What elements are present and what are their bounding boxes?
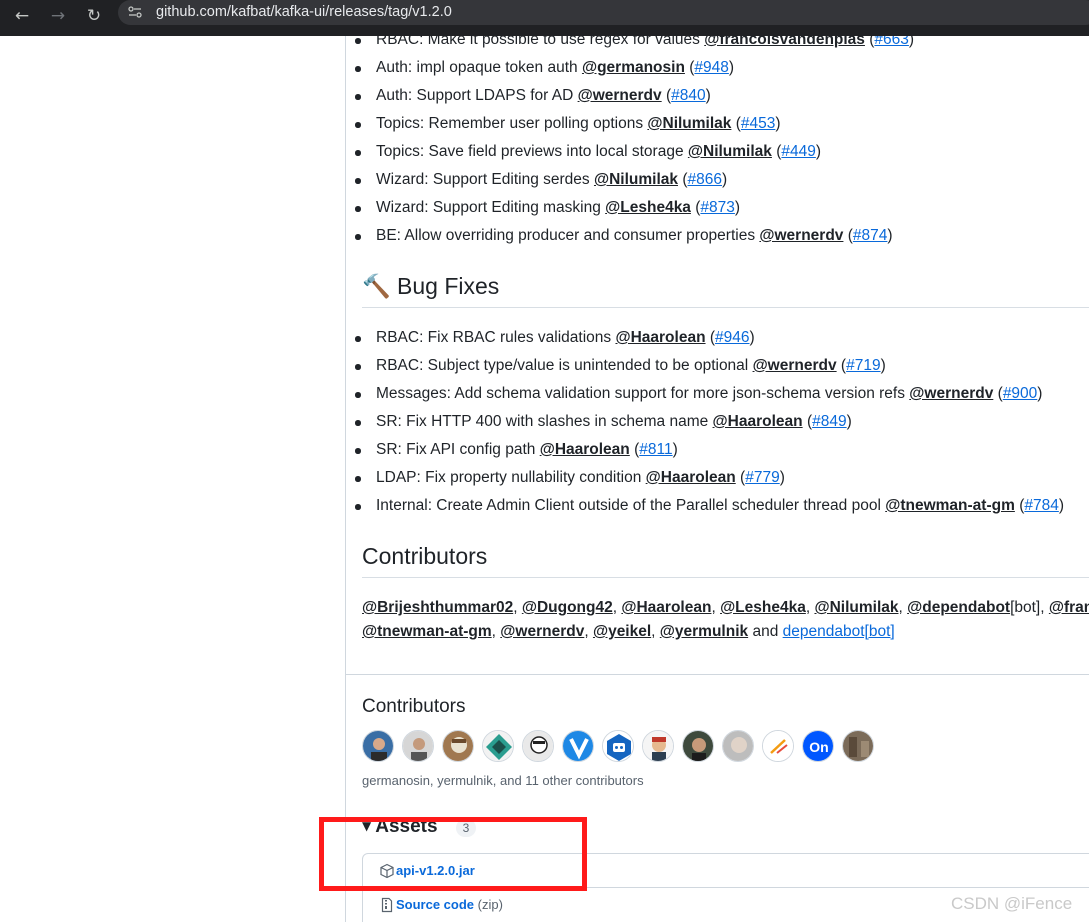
user-link[interactable]: @germanosin (582, 59, 685, 76)
avatar[interactable] (442, 730, 474, 762)
user-link[interactable]: @Haarolean (615, 329, 705, 346)
avatar[interactable] (482, 730, 514, 762)
issue-link[interactable]: #948 (694, 59, 728, 76)
list-item: RBAC: Fix RBAC rules validations @Haarol… (355, 327, 755, 349)
left-sidebar-blank (0, 36, 346, 922)
issue-link[interactable]: #779 (745, 469, 779, 486)
avatar[interactable]: On (802, 730, 834, 762)
contributor-link[interactable]: @tnewman-at-gm (362, 623, 492, 640)
bug-fixes-title: Bug Fixes (397, 273, 500, 299)
url-text[interactable]: github.com/kafbat/kafka-ui/releases/tag/… (156, 4, 452, 20)
browser-toolbar: ← → ↻ github.com/kafbat/kafka-ui/release… (0, 0, 1089, 36)
hammer-icon: 🔨 (362, 274, 391, 300)
avatar[interactable] (362, 730, 394, 762)
contributor-link[interactable]: @yermulnik (660, 623, 748, 640)
contributor-link[interactable]: @Brijeshthummar02 (362, 599, 513, 616)
user-link[interactable]: @wernerdv (909, 385, 993, 402)
contributor-link[interactable]: @yeikel (593, 623, 651, 640)
user-link[interactable]: @Nilumilak (647, 115, 731, 132)
list-item: Wizard: Support Editing masking @Leshe4k… (354, 197, 740, 219)
contributor-link[interactable]: @Dugong42 (522, 599, 613, 616)
avatar[interactable] (842, 730, 874, 762)
list-item: RBAC: Subject type/value is unintended t… (355, 355, 886, 377)
user-link[interactable]: @wernerdv (753, 357, 837, 374)
issue-link[interactable]: #719 (846, 357, 880, 374)
list-item: Auth: impl opaque token auth @germanosin… (354, 57, 734, 79)
issue-link[interactable]: #873 (700, 199, 734, 216)
contributor-link[interactable]: @fran (1049, 599, 1089, 616)
list-item: Topics: Save field previews into local s… (354, 141, 821, 163)
release-body: RBAC: Make it possible to use regex for … (346, 36, 1089, 922)
highlight-box (319, 817, 587, 891)
contributors-caption: germanosin, yermulnik, and 11 other cont… (362, 773, 644, 788)
contributors-heading: Contributors (362, 696, 466, 717)
list-item: Auth: Support LDAPS for AD @wernerdv (#8… (355, 85, 711, 107)
avatar[interactable] (402, 730, 434, 762)
issue-link[interactable]: #946 (715, 329, 749, 346)
contributor-link[interactable]: @wernerdv (500, 623, 584, 640)
source-code-zip-link[interactable]: Source code (zip) (396, 897, 503, 912)
reload-icon[interactable]: ↻ (82, 4, 106, 28)
contributors-line-2: @tnewman-at-gm, @wernerdv, @yeikel, @yer… (362, 623, 895, 640)
list-item: Topics: Remember user polling options @N… (355, 113, 781, 135)
issue-link[interactable]: #849 (812, 413, 846, 430)
issue-link[interactable]: #866 (687, 171, 721, 188)
user-link[interactable]: @wernerdv (759, 227, 843, 244)
contributor-link[interactable]: @Leshe4ka (720, 599, 806, 616)
watermark: CSDN @iFence (951, 894, 1073, 913)
issue-link[interactable]: #900 (1003, 385, 1037, 402)
user-link[interactable]: @francoisvandenplas (704, 36, 865, 48)
dependabot-link[interactable]: dependabot[bot] (783, 623, 895, 640)
user-link[interactable]: @Haarolean (713, 413, 803, 430)
avatar[interactable] (562, 730, 594, 762)
avatar[interactable] (642, 730, 674, 762)
heading-rule (362, 577, 1089, 578)
site-settings-icon[interactable] (128, 6, 142, 18)
list-item: SR: Fix HTTP 400 with slashes in schema … (355, 411, 852, 433)
avatar[interactable] (722, 730, 754, 762)
contributor-link[interactable]: @Nilumilak (814, 599, 898, 616)
file-zip-icon (381, 897, 393, 913)
address-bar[interactable]: github.com/kafbat/kafka-ui/releases/tag/… (118, 0, 1089, 25)
list-item: Internal: Create Admin Client outside of… (354, 495, 1064, 517)
avatar[interactable] (522, 730, 554, 762)
user-link[interactable]: @wernerdv (578, 87, 662, 104)
user-link[interactable]: @tnewman-at-gm (885, 497, 1015, 514)
bug-fixes-heading: 🔨 Bug Fixes (362, 273, 499, 300)
issue-link[interactable]: #453 (741, 115, 775, 132)
avatar[interactable] (762, 730, 794, 762)
list-item: LDAP: Fix property nullability condition… (355, 467, 785, 489)
bot-suffix: [bot] (1010, 599, 1041, 616)
issue-link[interactable]: #874 (853, 227, 887, 244)
contributors-notes-heading: Contributors (362, 543, 488, 569)
user-link[interactable]: @Haarolean (646, 469, 736, 486)
list-item: BE: Allow overriding producer and consum… (355, 225, 893, 247)
issue-link[interactable]: #449 (781, 143, 815, 160)
list-item: Messages: Add schema validation support … (354, 383, 1042, 405)
issue-link[interactable]: #811 (639, 441, 672, 458)
and-word: and (752, 623, 779, 640)
list-item: RBAC: Make it possible to use regex for … (354, 36, 914, 51)
issue-link[interactable]: #784 (1024, 497, 1058, 514)
issue-link[interactable]: #663 (874, 36, 908, 48)
user-link[interactable]: @Haarolean (540, 441, 630, 458)
list-item: Wizard: Support Editing serdes @Nilumila… (354, 169, 727, 191)
section-divider (346, 674, 1089, 675)
heading-rule (362, 307, 1089, 308)
contributor-link[interactable]: @dependabot (907, 599, 1010, 616)
avatar[interactable] (682, 730, 714, 762)
list-item: SR: Fix API config path @Haarolean (#811… (355, 439, 678, 461)
issue-link[interactable]: #840 (671, 87, 705, 104)
avatar[interactable] (602, 730, 634, 762)
user-link[interactable]: @Nilumilak (594, 171, 678, 188)
contributor-link[interactable]: @Haarolean (621, 599, 711, 616)
forward-arrow-icon[interactable]: → (46, 4, 70, 28)
back-arrow-icon[interactable]: ← (10, 4, 34, 28)
contributors-line-1: @Brijeshthummar02, @Dugong42, @Haarolean… (362, 597, 1089, 619)
svg-text:On: On (809, 739, 828, 755)
user-link[interactable]: @Nilumilak (688, 143, 772, 160)
user-link[interactable]: @Leshe4ka (605, 199, 691, 216)
